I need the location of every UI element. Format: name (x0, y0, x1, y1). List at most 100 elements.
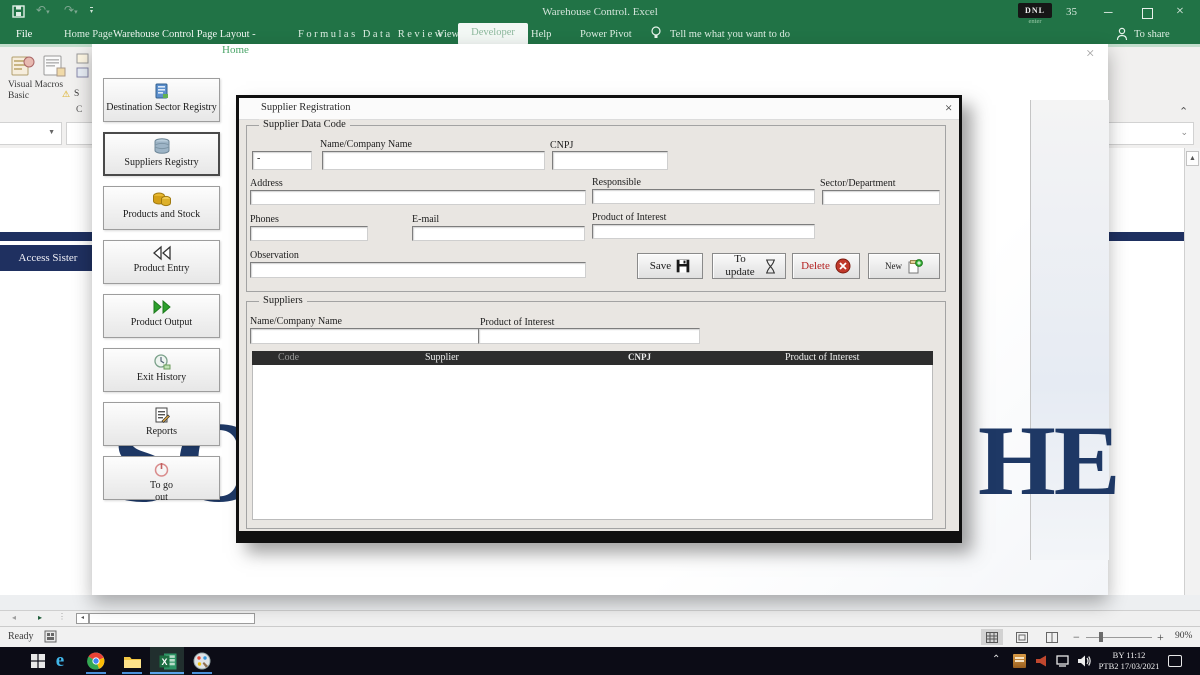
form-close-icon[interactable]: × (1086, 46, 1094, 63)
excel-titlebar: ↶▾ ↷▾ ▾ Warehouse Control. Excel DNL ent… (0, 0, 1200, 27)
tellme-search[interactable]: Tell me what you want to do (670, 27, 790, 44)
email-field[interactable] (412, 226, 585, 241)
macro-record-icon[interactable] (44, 630, 57, 643)
tab-view[interactable]: View (437, 27, 459, 44)
tab-developer[interactable]: Developer (458, 23, 528, 45)
save-button-label: Save (650, 260, 671, 272)
sidebar-destination-sector-registry[interactable]: Destination Sector Registry (103, 78, 220, 122)
address-field[interactable] (250, 190, 586, 205)
excel-active-tile[interactable]: X (150, 647, 184, 675)
macros-icon[interactable] (42, 54, 69, 80)
sidebar-to-go-out[interactable]: To go out (103, 456, 220, 500)
share-person-icon (1116, 27, 1129, 41)
tray-clock[interactable]: BY 11:12 PTB2 17/03/2021 (1096, 650, 1162, 672)
search-name-field[interactable] (250, 328, 484, 344)
sidebar-suppliers-registry[interactable]: Suppliers Registry (103, 132, 220, 176)
chrome-active-indicator (86, 672, 106, 674)
access-sister-button[interactable]: Access Sister (0, 245, 96, 271)
name-company-field[interactable] (322, 151, 545, 170)
code-field[interactable]: - (252, 151, 312, 170)
update-button[interactable]: To update (712, 253, 786, 279)
close-button[interactable]: × (1176, 4, 1184, 20)
minimize-button[interactable]: ─ (1104, 5, 1113, 20)
new-button-label: New (885, 261, 902, 271)
suppliers-table-header: Code Supplier CNPJ Product of Interest (252, 351, 933, 365)
form-home-tab[interactable]: Home (222, 44, 249, 56)
suppliers-table-body[interactable] (252, 365, 933, 520)
cnpj-field[interactable] (552, 151, 668, 170)
responsible-label: Responsible (592, 177, 641, 188)
start-button-icon[interactable] (28, 651, 48, 671)
tray-network-icon[interactable] (1056, 655, 1071, 667)
product-interest-field[interactable] (592, 224, 815, 239)
phones-field[interactable] (250, 226, 368, 241)
tab-file[interactable]: File (16, 27, 32, 44)
restore-button[interactable] (1142, 8, 1153, 19)
search-product-field[interactable] (478, 328, 700, 344)
sidebar-label: Exit History (137, 372, 186, 384)
sidebar-reports[interactable]: Reports (103, 402, 220, 446)
email-label: E-mail (412, 214, 439, 225)
paint-active-indicator (192, 672, 212, 674)
tray-volume-icon[interactable] (1077, 654, 1092, 668)
observation-field[interactable] (250, 262, 586, 278)
hscroll-left-icon[interactable]: ◂ (76, 613, 89, 624)
view-normal-icon[interactable] (981, 629, 1003, 645)
ribbon-tab-row: File Home Page Warehouse Control Page La… (0, 27, 1200, 44)
tray-book-icon[interactable] (1013, 654, 1026, 668)
new-clipboard-icon (907, 258, 923, 274)
delete-button-label: Delete (801, 260, 830, 272)
sidebar-product-entry[interactable]: Product Entry (103, 240, 220, 284)
sidebar-label: Product Entry (134, 263, 190, 275)
name-box[interactable]: ▼ (0, 122, 62, 145)
tab-home-page[interactable]: Home Page (64, 27, 113, 44)
tray-alert-icon[interactable] (1035, 655, 1048, 667)
coins-icon (152, 191, 172, 207)
view-page-layout-icon[interactable] (1011, 629, 1033, 645)
sidebar-product-output[interactable]: Product Output (103, 294, 220, 338)
group-supplier-data-label: Supplier Data Code (259, 119, 350, 130)
file-explorer-icon[interactable] (122, 651, 142, 671)
responsible-field[interactable] (592, 189, 815, 204)
tab-warehouse-control[interactable]: Warehouse Control Page Layout - (113, 27, 256, 44)
save-button[interactable]: Save (637, 253, 703, 279)
tab-power-pivot[interactable]: Power Pivot (580, 27, 632, 44)
tab-formulas-data-review[interactable]: Formulas Data Review (298, 27, 445, 44)
next-sheet-icon[interactable]: ▸ (38, 613, 42, 622)
chrome-icon[interactable] (86, 651, 106, 671)
new-button[interactable]: New (868, 253, 940, 279)
view-page-break-icon[interactable] (1041, 629, 1063, 645)
share-button[interactable]: To share (1134, 27, 1170, 44)
design-mode-icon[interactable] (76, 67, 90, 79)
visual-basic-icon[interactable] (10, 54, 37, 80)
notification-center-icon[interactable] (1168, 655, 1182, 667)
sidebar-products-and-stock[interactable]: Products and Stock (103, 186, 220, 230)
zoom-out-icon[interactable]: − (1073, 630, 1080, 645)
zoom-in-icon[interactable]: + (1157, 630, 1164, 645)
excel-active-indicator (150, 672, 184, 674)
scroll-up-icon[interactable]: ▲ (1186, 151, 1199, 166)
update-button-label: To update (721, 253, 759, 278)
sidebar-exit-history[interactable]: Exit History (103, 348, 220, 392)
zoom-level[interactable]: 90% (1175, 631, 1192, 641)
namebox-dropdown-icon[interactable]: ▼ (48, 128, 55, 136)
vertical-scrollbar[interactable]: ▲ (1184, 148, 1200, 595)
zoom-slider-track[interactable] (1086, 637, 1152, 638)
delete-button[interactable]: Delete (792, 253, 860, 279)
dialog-titlebar[interactable]: Supplier Registration × (239, 98, 959, 120)
insert-control-icon[interactable] (76, 53, 90, 65)
tab-help[interactable]: Help (531, 27, 551, 44)
dialog-close-icon[interactable]: × (945, 100, 952, 116)
prev-sheet-icon[interactable]: ◂ (12, 613, 16, 622)
horizontal-scrollbar[interactable] (89, 613, 255, 624)
tray-expand-icon[interactable]: ⌃ (992, 654, 1000, 665)
observation-label: Observation (250, 250, 299, 261)
paint-icon[interactable] (192, 651, 212, 671)
edge-icon[interactable]: e (50, 651, 70, 671)
formula-expand-icon[interactable]: ⌄ (1180, 127, 1188, 138)
zoom-slider-handle[interactable] (1099, 632, 1103, 642)
sector-department-field[interactable] (822, 190, 940, 205)
tab-splitter-icon[interactable]: ⋮ (58, 612, 66, 621)
title-badge-caption: enter (1018, 18, 1052, 25)
clock-line1: BY 11:12 (1096, 650, 1162, 661)
